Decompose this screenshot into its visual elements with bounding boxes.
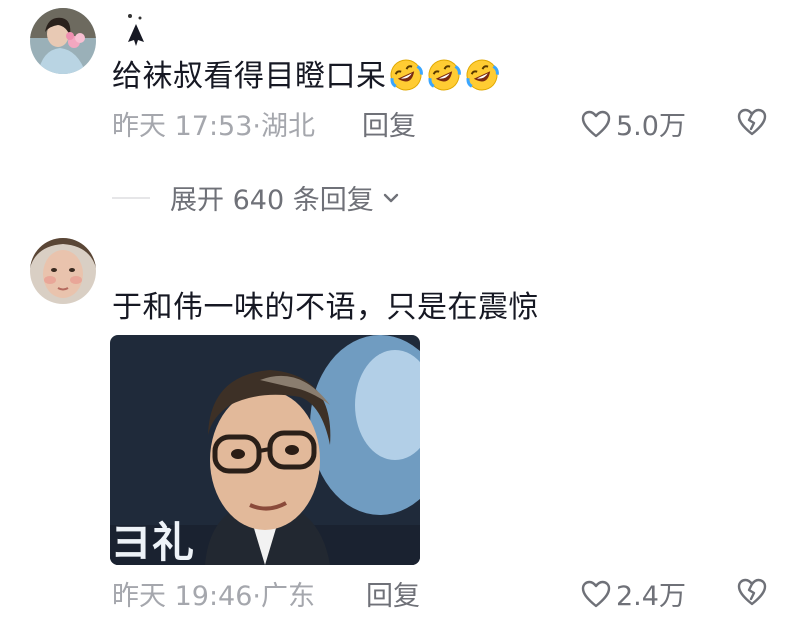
rolling-on-floor-laughing-emoji — [389, 59, 423, 91]
rolling-on-floor-laughing-emoji — [427, 59, 461, 91]
image-caption-text: ヨ礼 — [110, 519, 194, 565]
comment-1-text: 给袜叔看得目瞪口呆 — [112, 58, 499, 95]
comment-1-time-location: 昨天 17:53·湖北 — [112, 111, 315, 142]
comment-2-time-location: 昨天 19:46·广东 — [112, 581, 315, 612]
comment-2-reply-button[interactable]: 回复 — [366, 574, 420, 613]
rolling-on-floor-laughing-emoji — [465, 59, 499, 91]
chevron-down-icon — [383, 193, 398, 202]
comment-1-like-count: 5.0万 — [616, 111, 686, 142]
expand-divider — [112, 196, 150, 199]
heart-outline-icon — [581, 580, 611, 607]
broken-heart-icon — [737, 108, 767, 136]
comment-1-avatar[interactable] — [30, 8, 96, 74]
comment-2-image[interactable]: ヨ礼 — [110, 335, 420, 565]
comment-1-text-content: 给袜叔看得目瞪口呆 — [112, 59, 387, 94]
comment-1-reply-button[interactable]: 回复 — [362, 104, 416, 143]
comment-2-like-count: 2.4万 — [616, 581, 686, 612]
comment-1-expand-replies[interactable]: 展开 640 条回复 — [112, 178, 400, 217]
broken-heart-icon — [737, 578, 767, 606]
comment-1-username[interactable] — [122, 12, 150, 52]
comment-2-dislike-button[interactable] — [736, 576, 768, 612]
comment-1-like-button[interactable]: 5.0万 — [580, 104, 686, 143]
comment-2-text: 于和伟一味的不语，只是在震惊 — [112, 290, 539, 325]
heart-outline-icon — [581, 110, 611, 137]
username-badge-icon — [128, 14, 144, 46]
comment-2-like-button[interactable]: 2.4万 — [580, 574, 686, 613]
comment-1-dislike-button[interactable] — [736, 106, 768, 142]
expand-replies-label: 展开 640 条回复 — [170, 185, 374, 216]
comment-2-avatar[interactable] — [30, 238, 96, 304]
